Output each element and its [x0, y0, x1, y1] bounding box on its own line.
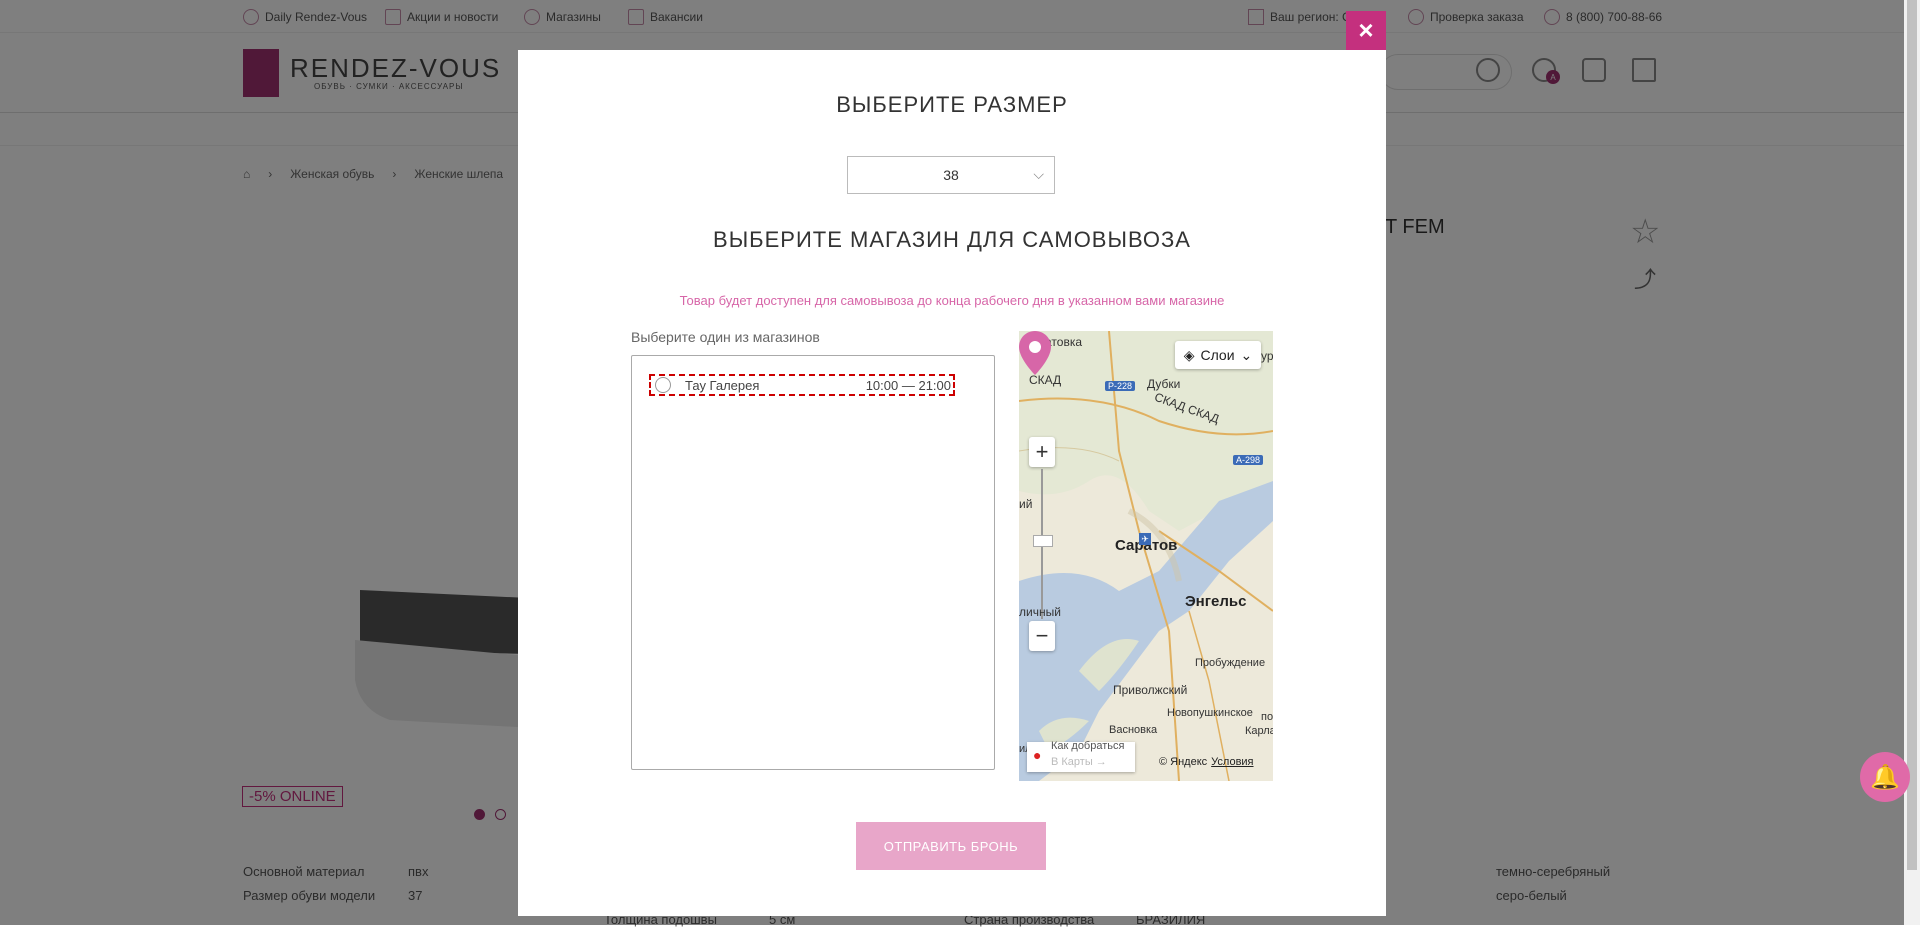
map-label: Приволжский	[1113, 683, 1188, 697]
map-copyright: © Яндекс Условия	[1159, 756, 1254, 768]
map-label-city: Энгельс	[1185, 593, 1247, 610]
map-label: Новопушкинское	[1167, 707, 1253, 719]
store-option[interactable]: Тау Галерея 10:00 — 21:00	[649, 374, 955, 396]
store-map-marker-icon[interactable]	[1019, 331, 1051, 375]
map-label: личный	[1019, 605, 1061, 619]
copyright-text: © Яндекс	[1159, 756, 1208, 768]
airport-icon: ✈	[1139, 533, 1151, 545]
chevron-down-icon: ⌵	[1033, 166, 1044, 182]
submit-reservation-button[interactable]: ОТПРАВИТЬ БРОНЬ	[856, 822, 1046, 870]
layers-icon: ◈	[1183, 346, 1195, 363]
store-list-label: Выберите один из магазинов	[631, 329, 820, 345]
zoom-in-button[interactable]: +	[1029, 437, 1055, 467]
map-label: по	[1261, 711, 1273, 723]
scrollbar-thumb[interactable]	[1907, 0, 1917, 870]
route-pin-icon: ●	[1033, 747, 1042, 763]
zoom-handle[interactable]	[1033, 535, 1053, 547]
open-maps-link[interactable]: В Карты →	[1051, 756, 1107, 768]
map-layers-label: Слои	[1200, 347, 1235, 363]
store-name: Тау Галерея	[685, 377, 760, 393]
store-map[interactable]: ◈ Слои ⌄ + − я Скатовка ур СКАД Р-228 Ду…	[1019, 331, 1273, 781]
store-hours: 10:00 — 21:00	[865, 377, 951, 393]
map-label: Карла	[1245, 725, 1273, 737]
store-radio[interactable]	[655, 377, 671, 393]
pickup-note: Товар будет доступен для самовывоза до к…	[679, 293, 1225, 308]
chevron-down-icon: ⌄	[1240, 346, 1253, 363]
notification-bell-icon[interactable]: 🔔	[1860, 752, 1910, 802]
reserve-modal: ВЫБЕРИТЕ РАЗМЕР 38 ⌵ ВЫБЕРИТЕ МАГАЗИН ДЛ…	[518, 50, 1386, 916]
close-modal-button[interactable]: ×	[1346, 11, 1386, 50]
zoom-out-button[interactable]: −	[1029, 621, 1055, 651]
terms-link[interactable]: Условия	[1211, 756, 1253, 768]
map-label: СКАД	[1029, 373, 1062, 387]
store-title: ВЫБЕРИТЕ МАГАЗИН ДЛЯ САМОВЫВОЗА	[713, 227, 1191, 252]
road-badge: А-298	[1233, 455, 1264, 465]
map-label: Пробуждение	[1195, 657, 1266, 669]
map-label: Дубки	[1147, 377, 1181, 391]
size-select[interactable]: 38 ⌵	[847, 156, 1055, 194]
map-label: ий	[1019, 497, 1033, 511]
route-button[interactable]: ● Как добраться В Карты →	[1027, 740, 1135, 772]
map-label: Васновка	[1109, 724, 1158, 736]
map-layers-button[interactable]: ◈ Слои ⌄	[1175, 341, 1261, 369]
route-label: Как добраться	[1051, 740, 1125, 752]
map-label: ур	[1261, 349, 1273, 363]
store-list[interactable]: Тау Галерея 10:00 — 21:00	[631, 355, 995, 770]
road-badge: Р-228	[1105, 381, 1136, 391]
size-value: 38	[943, 167, 959, 183]
size-title: ВЫБЕРИТЕ РАЗМЕР	[836, 92, 1068, 117]
